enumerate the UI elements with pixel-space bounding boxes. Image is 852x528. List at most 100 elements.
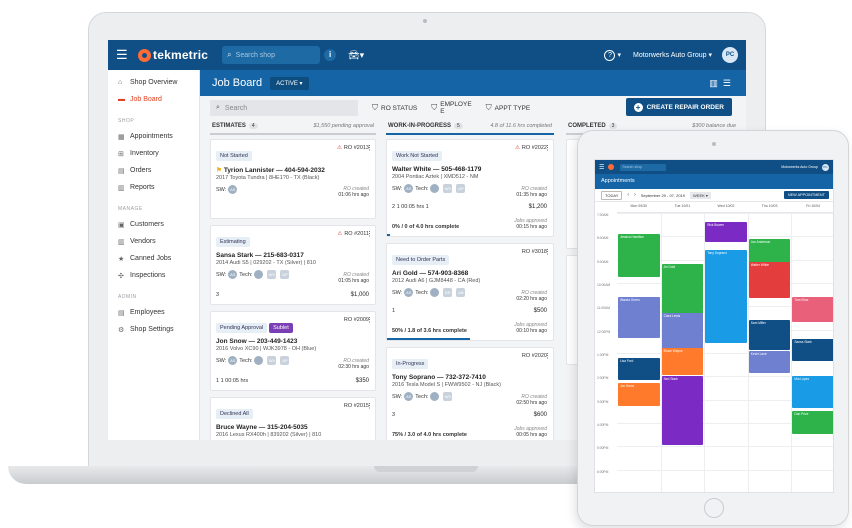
help-icon[interactable]: ? [604, 49, 616, 61]
appointment-block[interactable]: Dan Price [792, 411, 833, 434]
service-writer-avatar[interactable]: AS [228, 356, 238, 365]
tablet-org-name[interactable]: Motorwerks Auto Group [781, 165, 818, 169]
appointment-block[interactable]: Ari Gold [661, 264, 704, 317]
board-view-icon[interactable]: ▥ [709, 78, 723, 88]
more-options-icon[interactable]: ⋮ [366, 144, 373, 152]
job-search-input[interactable]: ⌕ Search [210, 100, 358, 116]
tech-label: Tech: [415, 185, 429, 192]
customer-name: Ari Gold [392, 270, 418, 277]
repair-order-card[interactable]: Need to Order Parts RO #3018 ⋮ Ari Gold — 5… [386, 243, 554, 341]
car-icon[interactable]: 🚘︎▾ [348, 50, 364, 61]
logo[interactable]: tekmetric [138, 48, 208, 62]
sidebar-item-canned-jobs[interactable]: ★ Canned Jobs [108, 250, 199, 267]
sidebar-item-label: Shop Settings [130, 326, 174, 333]
appointment-block[interactable]: Tom Kline [792, 297, 833, 322]
prev-week-icon[interactable]: ‹ [627, 192, 629, 198]
appointment-block[interactable]: Walter White [748, 262, 791, 299]
appointment-block[interactable]: Kevin Lane [748, 350, 791, 373]
vehicle-info: 2016 Volvo XC90 | WJK3978 - OH (Blue) [216, 346, 317, 352]
tablet-home-button [704, 498, 724, 518]
sidebar-item-reports[interactable]: ▥ Reports [108, 179, 199, 196]
tablet-device: ☰ Search shop Motorwerks Auto Group PC Ap… [577, 130, 849, 526]
tech-avatar[interactable] [254, 270, 264, 279]
tech-initials-2: AP [456, 184, 466, 193]
column-estimates: ESTIMATES 4 $1,550 pending approval Not … [210, 120, 376, 440]
appointment-block[interactable]: Jessica Hamilton [618, 234, 660, 278]
avatar[interactable]: PC [722, 47, 738, 63]
repair-order-card[interactable]: Work Not Started ⚠ RO #2022 ⋮ Walter White —… [386, 139, 554, 237]
service-writer-avatar[interactable]: AS [404, 184, 414, 193]
ro-status-filter[interactable]: ⛉ RO STATUS [372, 103, 417, 113]
sidebar-item-orders[interactable]: ▤ Orders [108, 162, 199, 179]
sidebar-item-shop-overview[interactable]: ⌂ Shop Overview [108, 74, 199, 91]
progress-bar [387, 338, 470, 340]
appointment-block[interactable]: Lisa Ford [618, 357, 660, 380]
next-week-icon[interactable]: › [634, 192, 636, 198]
repair-order-card[interactable]: Pending Approval Sublet RO #2009 ⋮ Jon Snow … [210, 311, 376, 391]
view-select[interactable]: WEEK ▾ [690, 191, 711, 199]
sidebar-item-label: Vendors [130, 238, 156, 245]
new-appointment-button[interactable]: NEW APPOINTMENT [783, 191, 829, 199]
sidebar-item-inventory[interactable]: ⊞ Inventory [108, 145, 199, 162]
filter-bar: ⌕ Search ⛉ RO STATUS ⛉ EMPLOYE E ⛉ APPT TYPE… [200, 96, 746, 120]
appointment-block[interactable]: Tony Soprano [705, 250, 747, 343]
repair-order-card[interactable]: Not Started ⚠ RO #2013 ⋮ ⚑ Tyrion Lannister —… [210, 139, 376, 219]
sidebar-item-shop-settings[interactable]: ⚙ Shop Settings [108, 321, 199, 338]
help-chevron-icon[interactable]: ▾ [617, 51, 621, 59]
appointment-block[interactable]: Ned Stark [661, 376, 704, 446]
more-options-icon[interactable]: ⋮ [544, 144, 551, 152]
sidebar-item-customers[interactable]: ▣ Customers [108, 216, 199, 233]
list-view-icon[interactable]: ☰ [723, 78, 736, 88]
info-icon[interactable]: i [324, 49, 337, 61]
appointment-block[interactable]: Sam Miller [748, 320, 791, 350]
repair-order-card[interactable]: In-Progress RO #2020 ⋮ Tony Soprano — 732-3… [386, 347, 554, 440]
calendar-day-header: Thu 10/03 [761, 204, 778, 208]
tech-avatar[interactable] [430, 392, 440, 401]
laptop-notch [374, 466, 478, 472]
sidebar-item-vendors[interactable]: ▥ Vendors [108, 233, 199, 250]
repair-order-card[interactable]: Estimating ⚠ RO #2011 ⋮ Sansa Stark — 215-68… [210, 225, 376, 305]
sidebar-item-inspections[interactable]: ✣ Inspections [108, 267, 199, 284]
customer-phone: 732-372-7410 [445, 374, 486, 381]
card-counters: 1 1 00:05 hrs [216, 378, 249, 384]
logo-mark-icon[interactable] [608, 164, 615, 170]
appointment-block[interactable]: Bruce Wayne [661, 348, 704, 376]
more-options-icon[interactable]: ⋮ [544, 352, 551, 360]
today-button[interactable]: TODAY [601, 190, 623, 200]
hamburger-menu-icon[interactable]: ☰ [599, 164, 604, 171]
hour-gridline [617, 213, 833, 214]
service-writer-avatar[interactable]: AS [228, 185, 238, 194]
global-search-input[interactable]: ⌕ Search shop [222, 46, 321, 64]
sidebar-item-job-board[interactable]: ▬ Job Board [108, 91, 199, 108]
tablet-search-input[interactable]: Search shop [620, 163, 667, 171]
org-selector[interactable]: Motorwerks Auto Group ▾ [633, 51, 712, 59]
appt-type-filter[interactable]: ⛉ APPT TYPE [486, 103, 531, 113]
more-options-icon[interactable]: ⋮ [544, 248, 551, 256]
employee-filter[interactable]: ⛉ EMPLOYE E [431, 101, 471, 115]
service-writer-avatar[interactable]: AS [228, 270, 238, 279]
tech-avatar[interactable] [430, 288, 440, 297]
appointment-block[interactable]: Sansa Stark [792, 339, 833, 362]
active-filter-dropdown[interactable]: ACTIVE ▾ [270, 76, 309, 90]
create-repair-order-button[interactable]: + CREATE REPAIR ORDER [625, 98, 732, 116]
more-options-icon[interactable]: ⋮ [366, 316, 373, 324]
hamburger-menu-icon[interactable]: ☰ [116, 47, 130, 63]
sidebar-item-employees[interactable]: ▤ Employees [108, 304, 199, 321]
tech-avatar[interactable] [430, 184, 440, 193]
more-options-icon[interactable]: ⋮ [366, 230, 373, 238]
device-mockup: ☰ tekmetric ⌕ Search shop i 🚘︎▾ ? ▾ Moto… [0, 0, 852, 528]
appointment-block[interactable]: Rick Bowen [705, 222, 747, 243]
filter-icon: ⛉ [431, 103, 438, 112]
appointment-block[interactable]: Wanda Green [618, 297, 660, 338]
more-options-icon[interactable]: ⋮ [366, 402, 373, 410]
repair-order-card[interactable]: Declined All RO #2015 ⋮ Bruce Wayne — 315-2… [210, 397, 376, 440]
service-writer-avatar[interactable]: AS [404, 392, 414, 401]
customer-name: Tyrion Lannister [223, 167, 275, 174]
tech-avatar[interactable] [254, 356, 264, 365]
hour-label: 3:00PM [597, 399, 609, 404]
appointment-block[interactable]: Jon Snow [618, 383, 660, 406]
sidebar-item-appointments[interactable]: ▦ Appointments [108, 128, 199, 145]
avatar[interactable]: PC [822, 163, 829, 171]
appointment-block[interactable]: Mia Lopez [792, 376, 833, 408]
service-writer-avatar[interactable]: AS [404, 288, 414, 297]
